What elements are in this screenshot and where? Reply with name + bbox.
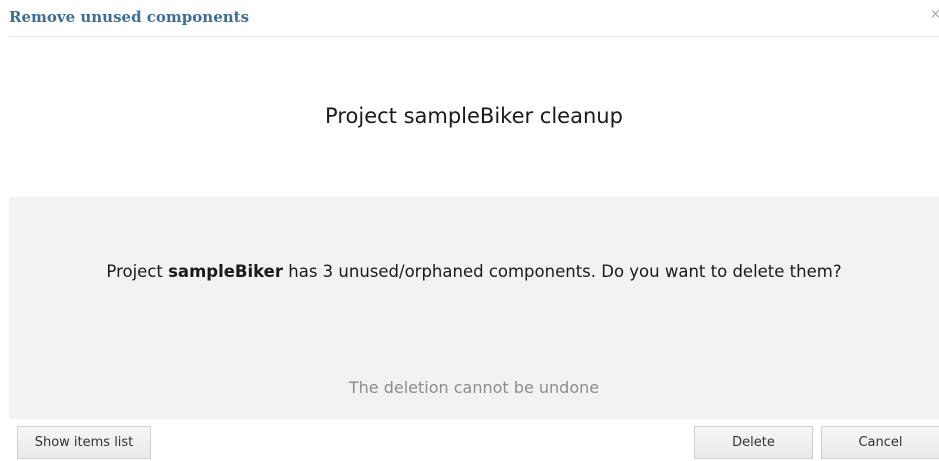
close-icon[interactable]: × — [930, 8, 939, 22]
dialog-title: Remove unused components — [9, 8, 250, 26]
message-suffix: has 3 unused/orphaned components. Do you… — [283, 262, 842, 281]
project-name: sampleBiker — [168, 262, 284, 281]
delete-button[interactable]: Delete — [694, 426, 813, 459]
cancel-button[interactable]: Cancel — [821, 426, 939, 459]
message-area: Project sampleBiker has 3 unused/orphane… — [9, 197, 939, 419]
remove-unused-components-dialog: Remove unused components × Project sampl… — [0, 0, 939, 461]
cleanup-heading: Project sampleBiker cleanup — [325, 104, 623, 128]
deletion-warning: The deletion cannot be undone — [348, 378, 600, 397]
dialog-titlebar: Remove unused components × — [0, 0, 939, 36]
confirmation-message: Project sampleBiker has 3 unused/orphane… — [49, 257, 899, 286]
heading-area: Project sampleBiker cleanup — [9, 37, 939, 197]
show-items-list-button[interactable]: Show items list — [17, 426, 151, 459]
dialog-content: Project sampleBiker cleanup Project samp… — [9, 36, 939, 419]
message-prefix: Project — [106, 262, 169, 281]
